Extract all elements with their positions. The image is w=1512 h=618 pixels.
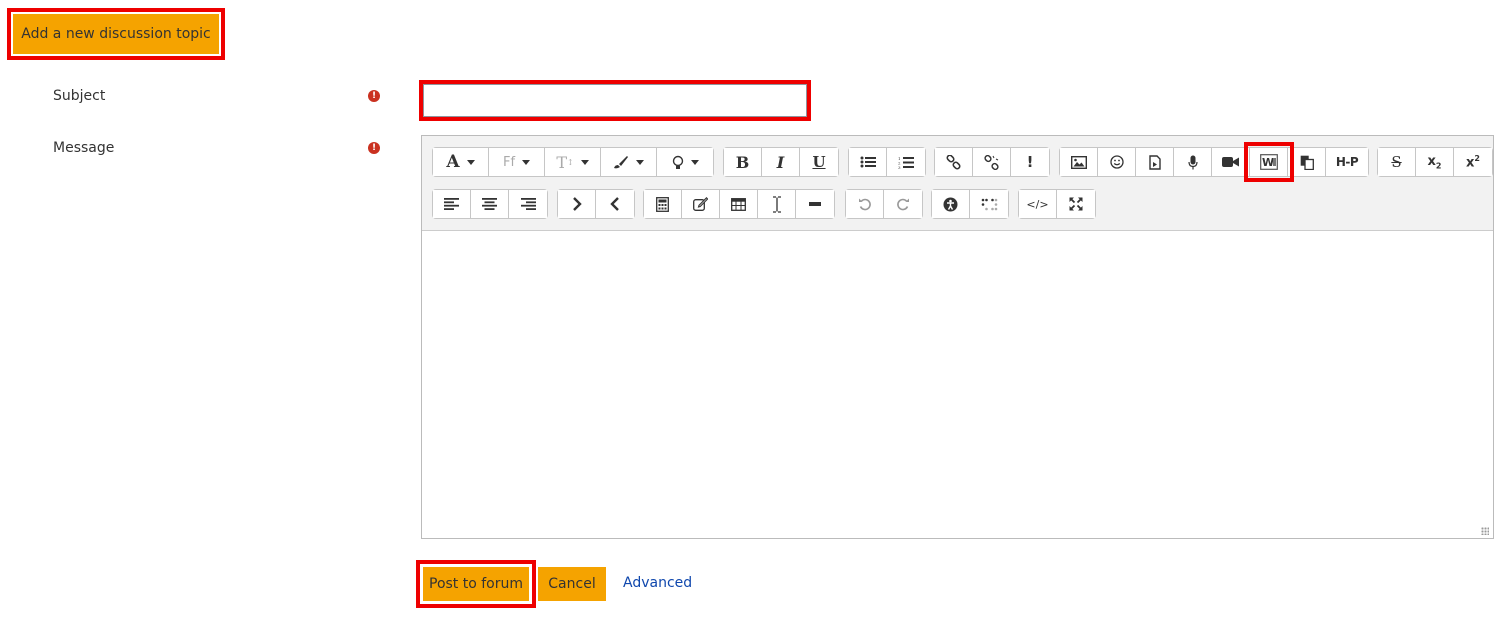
font-style-group: A Ff T ↕ <box>432 147 714 177</box>
post-to-forum-button[interactable]: Post to forum <box>416 560 536 608</box>
svg-text:W: W <box>1262 156 1274 169</box>
insert-group <box>643 189 835 219</box>
strikethrough-icon[interactable]: S <box>1378 148 1416 176</box>
subject-input[interactable] <box>419 80 811 121</box>
pencil-square-icon[interactable] <box>682 190 720 218</box>
link-icon[interactable] <box>935 148 973 176</box>
text-format-group: B I U <box>723 147 839 177</box>
redo-icon[interactable] <box>884 190 922 218</box>
braille-icon[interactable] <box>970 190 1008 218</box>
h5p-icon[interactable]: H-P <box>1326 148 1368 176</box>
subscript-icon[interactable]: x2 <box>1416 148 1454 176</box>
add-discussion-topic-button[interactable]: Add a new discussion topic <box>7 8 225 60</box>
accessibility-group <box>931 189 1009 219</box>
paintbrush-icon[interactable] <box>601 148 657 176</box>
view-group: </> <box>1018 189 1096 219</box>
table-icon[interactable] <box>720 190 758 218</box>
exclamation-icon[interactable]: ! <box>1011 148 1049 176</box>
font-size-button[interactable]: T ↕ <box>545 148 601 176</box>
text-cursor-icon[interactable] <box>758 190 796 218</box>
advanced-link[interactable]: Advanced <box>623 575 692 591</box>
horizontal-rule-icon[interactable] <box>796 190 834 218</box>
indent-group <box>557 189 635 219</box>
media-file-icon[interactable] <box>1136 148 1174 176</box>
align-right-icon[interactable] <box>509 190 547 218</box>
italic-icon[interactable]: I <box>762 148 800 176</box>
image-icon[interactable] <box>1060 148 1098 176</box>
link-group: ! <box>934 147 1050 177</box>
accessibility-icon[interactable] <box>932 190 970 218</box>
undo-icon[interactable] <box>846 190 884 218</box>
message-label: Message <box>53 140 115 156</box>
list-group: 123 <box>848 147 926 177</box>
align-left-icon[interactable] <box>433 190 471 218</box>
code-icon[interactable]: </> <box>1019 190 1057 218</box>
required-exclamation-icon: ! <box>368 142 380 154</box>
font-family-button[interactable]: Ff <box>489 148 545 176</box>
superscript-icon[interactable]: x2 <box>1454 148 1492 176</box>
script-group: S x2 x2 <box>1377 147 1493 177</box>
unlink-icon[interactable] <box>973 148 1011 176</box>
video-camera-icon[interactable] <box>1212 148 1250 176</box>
resize-grip-icon[interactable] <box>1481 527 1489 535</box>
calculator-icon[interactable] <box>644 190 682 218</box>
bold-icon[interactable]: B <box>724 148 762 176</box>
outdent-icon[interactable] <box>596 190 634 218</box>
fullscreen-icon[interactable] <box>1057 190 1095 218</box>
required-exclamation-icon: ! <box>368 90 380 102</box>
ordered-list-icon[interactable]: 123 <box>887 148 925 176</box>
svg-text:3: 3 <box>898 165 901 169</box>
font-color-button[interactable]: A <box>433 148 489 176</box>
align-center-icon[interactable] <box>471 190 509 218</box>
underline-icon[interactable]: U <box>800 148 838 176</box>
editor-toolbar: A Ff T ↕ B I U 123 ! W H-P S x2 x2 </> <box>422 136 1493 231</box>
subject-label: Subject <box>53 88 106 104</box>
chevron-down-icon <box>466 159 475 165</box>
paste-icon[interactable] <box>1288 148 1326 176</box>
microphone-icon[interactable] <box>1174 148 1212 176</box>
chevron-down-icon <box>690 159 699 165</box>
message-content-area[interactable] <box>422 231 1493 538</box>
history-group <box>845 189 923 219</box>
emoji-icon[interactable] <box>1098 148 1136 176</box>
indent-icon[interactable] <box>558 190 596 218</box>
chevron-down-icon <box>522 159 531 165</box>
align-group <box>432 189 548 219</box>
message-editor: A Ff T ↕ B I U 123 ! W H-P S x2 x2 </> <box>421 135 1494 539</box>
word-import-icon[interactable]: W <box>1244 142 1294 182</box>
cancel-button[interactable]: Cancel <box>538 567 606 601</box>
media-group: W H-P <box>1059 142 1369 182</box>
chevron-down-icon <box>580 159 589 165</box>
chevron-down-icon <box>636 159 644 165</box>
unordered-list-icon[interactable] <box>849 148 887 176</box>
lightbulb-icon[interactable] <box>657 148 713 176</box>
